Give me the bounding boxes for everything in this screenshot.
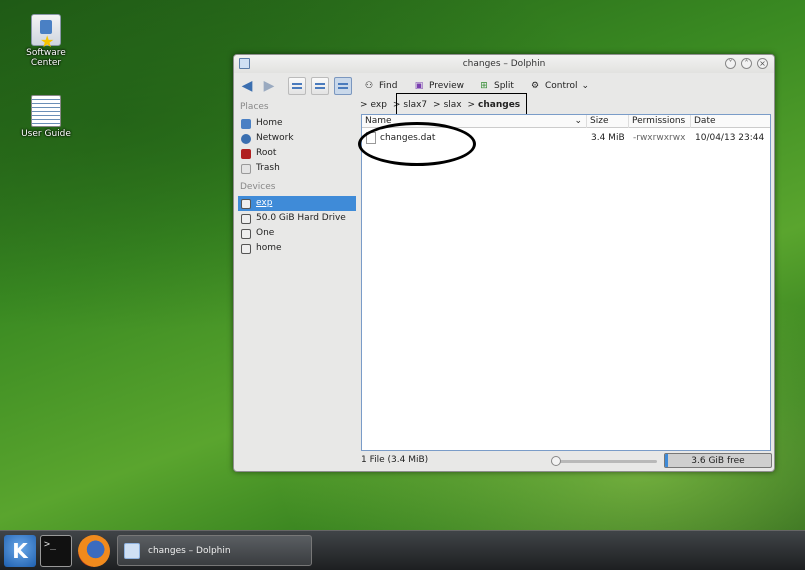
breadcrumb-item-exp[interactable]: exp bbox=[371, 100, 387, 110]
trash-icon bbox=[241, 164, 251, 174]
sidebar-item-home[interactable]: Home bbox=[238, 116, 356, 131]
file-list-view[interactable]: Name ⌄ Size Permissions Date changes.dat … bbox=[361, 114, 771, 451]
preview-icon: ▣ bbox=[414, 81, 424, 91]
firefox-launcher[interactable] bbox=[78, 535, 110, 567]
icons-view-button[interactable] bbox=[288, 77, 306, 95]
breadcrumb-separator: > bbox=[392, 100, 401, 110]
column-permissions[interactable]: Permissions bbox=[628, 115, 690, 128]
back-button[interactable]: ◀ bbox=[238, 77, 256, 95]
window-title: changes – Dolphin bbox=[462, 59, 546, 69]
sidebar-item-label: exp bbox=[256, 198, 273, 208]
split-label: Split bbox=[494, 81, 514, 91]
sort-chevron-icon: ⌄ bbox=[574, 116, 582, 126]
gear-icon: ⚙ bbox=[530, 81, 540, 91]
sidebar-item-label: Trash bbox=[256, 163, 280, 173]
breadcrumb-item-changes[interactable]: changes bbox=[478, 100, 520, 110]
details-view-button[interactable] bbox=[334, 77, 352, 95]
breadcrumb-separator: > bbox=[433, 100, 441, 110]
software-center-icon bbox=[31, 14, 61, 51]
close-button[interactable]: × bbox=[757, 58, 768, 69]
table-row[interactable]: changes.dat 3.4 MiB -rwxrwxrwx 10/04/13 … bbox=[362, 131, 770, 145]
desktop-icon-user-guide[interactable]: User Guide bbox=[16, 95, 76, 139]
sidebar-item-trash[interactable]: Trash bbox=[238, 161, 356, 176]
sidebar-item-root[interactable]: Root bbox=[238, 146, 356, 161]
binoculars-icon: ⚇ bbox=[364, 81, 374, 91]
sidebar-item-network[interactable]: Network bbox=[238, 131, 356, 146]
sidebar-item-label: Home bbox=[256, 118, 283, 128]
find-label: Find bbox=[379, 81, 398, 91]
devices-heading: Devices bbox=[240, 182, 276, 192]
free-space-label: 3.6 GiB free bbox=[691, 456, 745, 466]
sidebar-item-hard-drive[interactable]: 50.0 GiB Hard Drive bbox=[238, 211, 356, 226]
application-launcher-button[interactable]: K bbox=[4, 535, 36, 567]
status-summary: 1 File (3.4 MiB) bbox=[361, 455, 429, 465]
breadcrumb-separator: > bbox=[467, 100, 476, 110]
sidebar-item-label: One bbox=[256, 228, 275, 238]
file-date: 10/04/13 23:44 bbox=[695, 133, 765, 143]
task-label: changes – Dolphin bbox=[148, 546, 231, 556]
file-icon bbox=[366, 132, 376, 144]
compact-view-button[interactable] bbox=[311, 77, 329, 95]
sidebar-item-one[interactable]: One bbox=[238, 226, 356, 241]
file-name: changes.dat bbox=[380, 133, 436, 143]
dolphin-task-icon bbox=[124, 543, 140, 559]
forward-button[interactable]: ▶ bbox=[260, 77, 278, 95]
terminal-launcher[interactable]: >_ bbox=[40, 535, 72, 567]
icons-view-icon bbox=[292, 83, 302, 89]
desktop-icon-software-center[interactable]: Software Center bbox=[16, 14, 76, 68]
sidebar-item-label: 50.0 GiB Hard Drive bbox=[256, 213, 346, 223]
column-name-label: Name bbox=[365, 116, 392, 126]
drive-icon bbox=[241, 199, 251, 209]
sidebar-item-label: Root bbox=[256, 148, 277, 158]
split-button[interactable]: ⊞ Split bbox=[477, 77, 514, 95]
taskbar: K >_ changes – Dolphin bbox=[0, 530, 805, 570]
task-dolphin[interactable]: changes – Dolphin bbox=[117, 535, 312, 566]
preview-button[interactable]: ▣ Preview bbox=[412, 77, 464, 95]
free-space-bar: 3.6 GiB free bbox=[664, 453, 772, 468]
file-permissions: -rwxrwxrwx bbox=[633, 133, 686, 143]
desktop-icon-label: Software Center bbox=[26, 48, 66, 68]
split-icon: ⊞ bbox=[480, 81, 488, 91]
sidebar-item-label: Network bbox=[256, 133, 294, 143]
column-size[interactable]: Size bbox=[586, 115, 628, 128]
minimize-button[interactable]: ˅ bbox=[725, 58, 736, 69]
control-label: Control bbox=[545, 81, 578, 91]
find-button[interactable]: ⚇ Find bbox=[362, 77, 398, 95]
user-guide-icon bbox=[31, 95, 61, 127]
zoom-slider[interactable] bbox=[551, 456, 657, 466]
control-button[interactable]: ⚙ Control ⌄ bbox=[528, 77, 589, 95]
maximize-button[interactable]: ˄ bbox=[741, 58, 752, 69]
column-date[interactable]: Date bbox=[690, 115, 772, 128]
network-icon bbox=[241, 134, 251, 144]
window-titlebar[interactable]: changes – Dolphin ˅ ˄ × bbox=[234, 55, 774, 73]
arrow-right-icon: ▶ bbox=[263, 78, 275, 94]
drive-icon bbox=[241, 229, 251, 239]
breadcrumb-separator: > bbox=[360, 100, 368, 110]
zoom-slider-handle[interactable] bbox=[551, 456, 561, 466]
dolphin-window: changes – Dolphin ˅ ˄ × ◀ ▶ ⚇ Find ▣ Previ… bbox=[233, 54, 775, 472]
breadcrumb: > exp > slax7 > slax > changes bbox=[360, 96, 523, 114]
details-view-icon bbox=[338, 83, 348, 89]
root-folder-icon bbox=[241, 149, 251, 159]
drive-icon bbox=[241, 244, 251, 254]
home-icon bbox=[241, 119, 251, 129]
status-bar: 1 File (3.4 MiB) 3.6 GiB free bbox=[234, 451, 774, 471]
column-header: Name ⌄ Size Permissions Date bbox=[362, 115, 770, 128]
chevron-down-icon: ⌄ bbox=[581, 81, 590, 91]
breadcrumb-item-slax7[interactable]: slax7 bbox=[403, 100, 427, 110]
sidebar-item-home-device[interactable]: home bbox=[238, 241, 356, 256]
sidebar-item-exp[interactable]: exp bbox=[238, 196, 356, 211]
breadcrumb-item-slax[interactable]: slax bbox=[444, 100, 462, 110]
places-heading: Places bbox=[240, 102, 269, 112]
places-panel: Places Home Network Root Trash Devices e… bbox=[238, 99, 356, 451]
file-size: 3.4 MiB bbox=[591, 133, 625, 143]
compact-view-icon bbox=[315, 83, 325, 89]
sidebar-item-label: home bbox=[256, 243, 282, 253]
preview-label: Preview bbox=[429, 81, 465, 91]
drive-icon bbox=[241, 214, 251, 224]
desktop-icon-label: User Guide bbox=[21, 129, 71, 139]
arrow-left-icon: ◀ bbox=[241, 78, 253, 94]
column-name[interactable]: Name ⌄ bbox=[362, 115, 586, 128]
